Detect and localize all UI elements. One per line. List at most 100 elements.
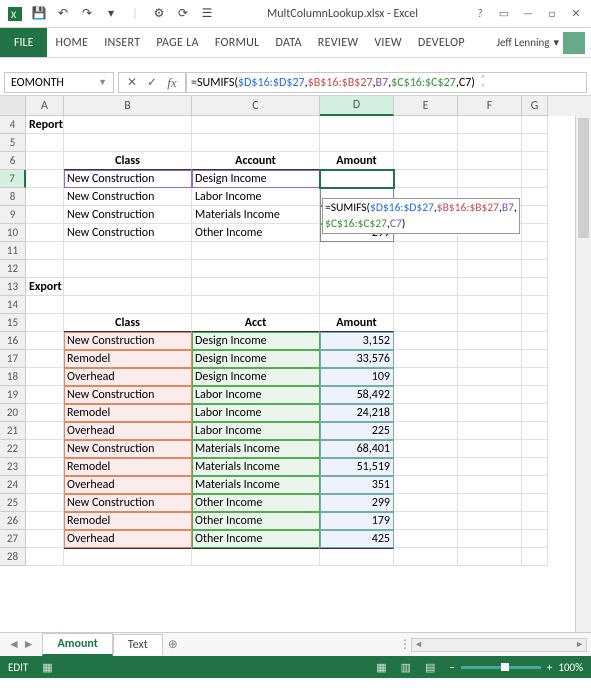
cell[interactable] [394, 368, 458, 386]
row-header[interactable]: 19 [0, 386, 26, 404]
cell[interactable] [458, 368, 522, 386]
cell[interactable] [458, 350, 522, 368]
zoom-slider[interactable] [461, 666, 541, 669]
cell[interactable]: 351 [320, 476, 394, 494]
col-header-B[interactable]: B [64, 96, 192, 116]
cell[interactable] [394, 116, 458, 134]
cell[interactable] [394, 278, 458, 296]
sheet-nav[interactable]: ◄ ► [0, 637, 42, 652]
cell[interactable] [394, 350, 458, 368]
cell[interactable] [394, 530, 458, 548]
name-box[interactable]: EOMONTH ▼ [4, 72, 114, 93]
report-header-account[interactable]: Account [192, 152, 320, 170]
row-header[interactable]: 25 [0, 494, 26, 512]
cell[interactable] [26, 440, 64, 458]
cell-C7[interactable]: Design Income [192, 170, 320, 188]
qat-dropdown-icon[interactable]: ▾ [102, 5, 120, 23]
cell[interactable] [522, 332, 548, 350]
col-header-A[interactable]: A [26, 96, 64, 116]
row-header[interactable]: 22 [0, 440, 26, 458]
cell[interactable] [522, 530, 548, 548]
cell[interactable]: Other Income [192, 494, 320, 512]
cell[interactable]: 33,576 [320, 350, 394, 368]
cell[interactable] [26, 170, 64, 188]
cell[interactable] [458, 116, 522, 134]
cell[interactable] [458, 242, 522, 260]
ribbon-options-icon[interactable]: ▭ [493, 5, 515, 23]
view-page-break-icon[interactable]: ▤ [425, 661, 435, 674]
row-header[interactable]: 13 [0, 278, 26, 296]
row-header[interactable]: 9 [0, 206, 26, 224]
cell[interactable] [394, 386, 458, 404]
cell[interactable]: Overhead [64, 422, 192, 440]
export-header-acct[interactable]: Acct [192, 314, 320, 332]
cell[interactable] [64, 242, 192, 260]
zoom-in-icon[interactable]: + [547, 661, 552, 674]
cell[interactable] [64, 548, 192, 566]
cell[interactable] [458, 512, 522, 530]
cell[interactable]: 225 [320, 422, 394, 440]
cancel-icon[interactable]: ✕ [123, 75, 141, 90]
cell[interactable] [522, 494, 548, 512]
cell[interactable] [26, 350, 64, 368]
col-header-E[interactable]: E [394, 96, 458, 116]
cell[interactable] [458, 422, 522, 440]
row-header[interactable]: 10 [0, 224, 26, 242]
cell[interactable]: Materials Income [192, 440, 320, 458]
cell[interactable]: 58,492 [320, 386, 394, 404]
tab-home[interactable]: HOME [47, 28, 96, 57]
row-header[interactable]: 6 [0, 152, 26, 170]
cell[interactable] [522, 548, 548, 566]
cell[interactable] [394, 494, 458, 512]
cell[interactable]: Design Income [192, 368, 320, 386]
cell[interactable] [26, 260, 64, 278]
cell[interactable]: Overhead [64, 476, 192, 494]
row-header[interactable]: 17 [0, 350, 26, 368]
cell[interactable] [522, 314, 548, 332]
cell[interactable]: New Construction [64, 386, 192, 404]
cell[interactable] [394, 170, 458, 188]
row-header[interactable]: 8 [0, 188, 26, 206]
view-normal-icon[interactable]: ▦ [376, 661, 386, 674]
cell[interactable] [26, 512, 64, 530]
cell[interactable] [458, 314, 522, 332]
cell[interactable]: Materials Income [192, 458, 320, 476]
cell[interactable] [458, 476, 522, 494]
maximize-icon[interactable]: □ [541, 5, 563, 23]
cell[interactable] [522, 404, 548, 422]
row-header[interactable]: 26 [0, 512, 26, 530]
cell[interactable] [458, 332, 522, 350]
cell[interactable] [64, 116, 192, 134]
sheet-tab-text[interactable]: Text [113, 634, 163, 655]
enter-icon[interactable]: ✓ [143, 75, 161, 90]
tab-view[interactable]: VIEW [366, 28, 410, 57]
cell[interactable] [458, 134, 522, 152]
cell[interactable]: New Construction [64, 494, 192, 512]
cell[interactable] [64, 278, 192, 296]
cell[interactable]: 179 [320, 512, 394, 530]
cell[interactable] [394, 296, 458, 314]
help-icon[interactable]: ? [469, 5, 491, 23]
cell[interactable]: Labor Income [192, 422, 320, 440]
cell[interactable]: Overhead [64, 368, 192, 386]
chevron-down-icon[interactable]: ▼ [98, 77, 107, 88]
cell[interactable] [394, 458, 458, 476]
col-header-G[interactable]: G [522, 96, 548, 116]
cell[interactable]: 3,152 [320, 332, 394, 350]
tab-review[interactable]: REVIEW [310, 28, 367, 57]
row-header[interactable]: 24 [0, 476, 26, 494]
cell[interactable] [192, 242, 320, 260]
cell[interactable]: 109 [320, 368, 394, 386]
cell[interactable] [26, 494, 64, 512]
cell[interactable] [458, 278, 522, 296]
cell[interactable] [394, 476, 458, 494]
cell[interactable] [26, 152, 64, 170]
cell[interactable] [64, 134, 192, 152]
cell[interactable]: New Construction [64, 440, 192, 458]
cell[interactable]: Labor Income [192, 188, 320, 206]
cell[interactable]: Labor Income [192, 386, 320, 404]
row-header[interactable]: 28 [0, 548, 26, 566]
zoom-value[interactable]: 100% [558, 661, 583, 674]
row-header[interactable]: 18 [0, 368, 26, 386]
cell[interactable]: 68,401 [320, 440, 394, 458]
